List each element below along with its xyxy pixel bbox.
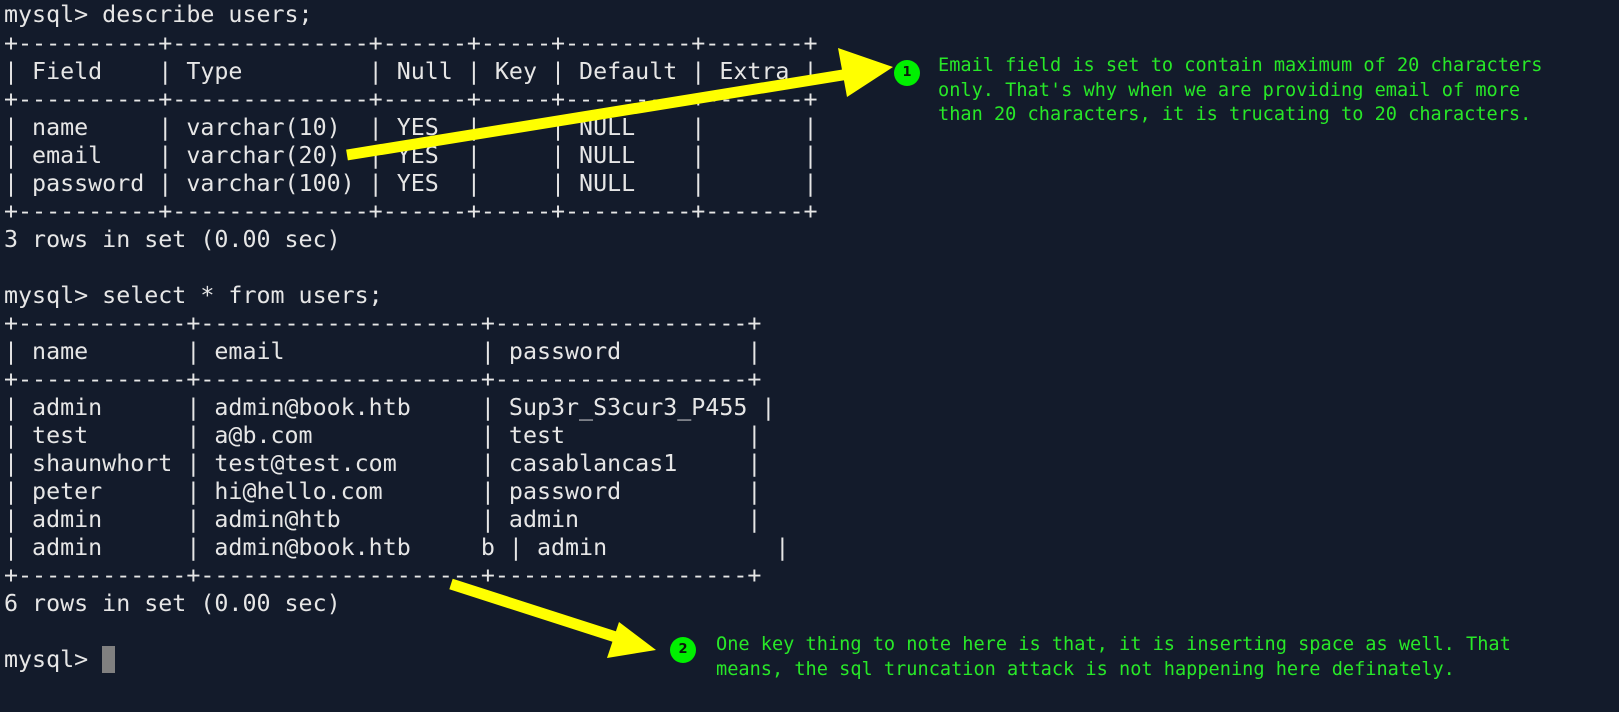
- terminal-line: +----------+--------------+------+-----+…: [4, 86, 818, 113]
- terminal-line: 6 rows in set (0.00 sec): [4, 590, 341, 617]
- terminal-line: | admin | admin@book.htb | Sup3r_S3cur3_…: [4, 394, 776, 421]
- terminal-line: +------------+--------------------+-----…: [4, 310, 762, 337]
- annotation-1-badge: 1: [894, 60, 920, 86]
- terminal-line: | name | email | password |: [4, 338, 762, 365]
- terminal-line: mysql> select * from users;: [4, 282, 383, 309]
- terminal-line: +------------+--------------------+-----…: [4, 366, 762, 393]
- terminal-line: mysql> describe users;: [4, 1, 313, 28]
- annotation-1-text: Email field is set to contain maximum of…: [938, 55, 1543, 125]
- terminal-line: | test | a@b.com | test |: [4, 422, 762, 449]
- terminal-line: +----------+--------------+------+-----+…: [4, 30, 818, 57]
- terminal-cursor: [102, 646, 116, 673]
- terminal-line: | email | varchar(20) | YES | | NULL | |: [4, 142, 818, 169]
- terminal-line: | Field | Type | Null | Key | Default | …: [4, 58, 818, 85]
- annotation-2-badge: 2: [670, 637, 696, 663]
- terminal-window[interactable]: mysql> describe users; +----------+-----…: [0, 0, 1619, 712]
- terminal-line: | admin | admin@htb | admin |: [4, 506, 762, 533]
- terminal-line: +------------+--------------------+-----…: [4, 562, 762, 589]
- terminal-line: | password | varchar(100) | YES | | NULL…: [4, 170, 818, 197]
- terminal-prompt-line[interactable]: mysql>: [4, 645, 116, 674]
- terminal-line: | peter | hi@hello.com | password |: [4, 478, 762, 505]
- annotation-2-text: One key thing to note here is that, it i…: [716, 634, 1511, 680]
- terminal-line: | admin | admin@book.htb b | admin |: [4, 534, 790, 561]
- arrow-2: [449, 578, 656, 658]
- terminal-line: | shaunwhort | test@test.com | casablanc…: [4, 450, 762, 477]
- terminal-line: +----------+--------------+------+-----+…: [4, 198, 818, 225]
- terminal-line: | name | varchar(10) | YES | | NULL | |: [4, 114, 818, 141]
- terminal-line: 3 rows in set (0.00 sec): [4, 226, 341, 253]
- terminal-prompt: mysql>: [4, 646, 103, 673]
